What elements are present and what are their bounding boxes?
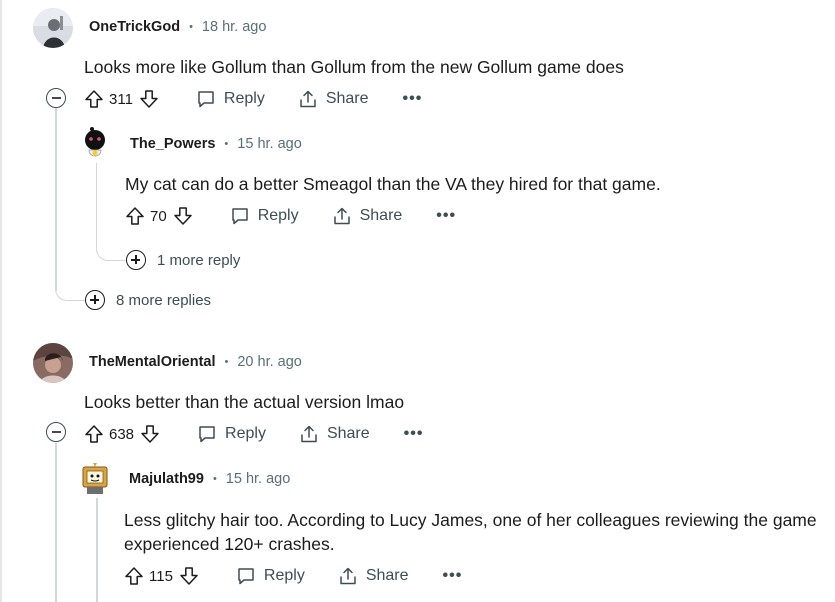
expand-icon[interactable] xyxy=(85,290,105,310)
thread-line[interactable] xyxy=(55,443,57,602)
reply-button[interactable]: Reply xyxy=(196,89,265,109)
comment-body: Looks better than the actual version lma… xyxy=(84,392,405,412)
separator-dot: • xyxy=(224,138,229,150)
comment-meta: Majulath99 • 15 hr. ago xyxy=(129,471,290,487)
avatar[interactable] xyxy=(33,343,73,383)
timestamp[interactable]: 15 hr. ago xyxy=(226,471,291,487)
more-options-icon[interactable]: ••• xyxy=(403,90,423,108)
upvote-icon xyxy=(125,567,143,585)
avatar[interactable] xyxy=(77,461,113,497)
page-left-border xyxy=(0,0,2,602)
reply-label: Reply xyxy=(257,207,299,224)
more-options-icon[interactable]: ••• xyxy=(443,567,463,585)
share-button[interactable]: Share xyxy=(299,424,370,444)
separator-dot: • xyxy=(212,473,217,485)
expand-icon[interactable] xyxy=(126,250,146,270)
share-button[interactable]: Share xyxy=(332,206,403,226)
more-replies-label: 8 more replies xyxy=(116,291,212,309)
more-replies-link[interactable]: 8 more replies xyxy=(85,290,211,310)
upvote-button[interactable] xyxy=(124,566,144,586)
reply-button[interactable]: Reply xyxy=(230,206,299,226)
reply-bubble-icon xyxy=(199,426,215,443)
reply-bubble-icon xyxy=(231,208,248,225)
share-button[interactable]: Share xyxy=(338,566,409,586)
vote-count: 115 xyxy=(149,567,173,585)
more-replies-label: 1 more reply xyxy=(157,251,241,269)
reply-label: Reply xyxy=(223,90,265,107)
thread-connector xyxy=(55,285,87,301)
comment-actions: 311 Reply Share ••• xyxy=(84,87,422,111)
downvote-button[interactable] xyxy=(179,566,199,586)
comment-meta: OneTrickGod • 18 hr. ago xyxy=(89,19,266,35)
comment-body-line-2: experienced 120+ crashes. xyxy=(124,534,335,554)
share-icon xyxy=(340,567,356,585)
vote-count: 70 xyxy=(150,207,167,225)
collapse-icon[interactable] xyxy=(46,422,66,442)
thread-line[interactable] xyxy=(55,108,57,291)
username[interactable]: Majulath99 xyxy=(129,471,204,487)
collapse-icon[interactable] xyxy=(46,88,66,108)
comment-actions: 70 Reply Share ••• xyxy=(125,204,456,228)
username[interactable]: OneTrickGod xyxy=(89,19,180,35)
more-replies-link[interactable]: 1 more reply xyxy=(126,250,240,270)
share-label: Share xyxy=(326,425,370,442)
share-label: Share xyxy=(325,90,369,107)
share-label: Share xyxy=(365,567,409,584)
share-icon xyxy=(301,425,317,443)
reply-label: Reply xyxy=(263,567,305,584)
reply-label: Reply xyxy=(225,425,266,442)
reply-bubble-icon xyxy=(238,568,254,585)
upvote-button[interactable] xyxy=(84,89,104,109)
downvote-button[interactable] xyxy=(173,206,193,226)
comment-actions: 638 Reply Share ••• xyxy=(84,422,423,446)
downvote-button[interactable] xyxy=(140,424,160,444)
comment-body: My cat can do a better Smeagol than the … xyxy=(125,174,661,194)
share-icon xyxy=(300,90,316,108)
downvote-icon xyxy=(141,425,159,443)
upvote-icon xyxy=(85,90,103,108)
comment-meta: The_Powers • 15 hr. ago xyxy=(130,136,302,152)
share-label: Share xyxy=(359,207,403,224)
timestamp[interactable]: 18 hr. ago xyxy=(202,19,267,35)
thread-connector xyxy=(96,163,128,261)
upvote-icon xyxy=(85,425,103,443)
more-options-icon[interactable]: ••• xyxy=(404,425,424,443)
downvote-icon xyxy=(140,90,158,108)
reply-bubble-icon xyxy=(198,91,214,108)
separator-dot: • xyxy=(189,21,193,33)
avatar[interactable] xyxy=(77,126,113,162)
reply-button[interactable]: Reply xyxy=(197,424,266,444)
downvote-icon xyxy=(180,567,198,585)
username[interactable]: TheMentalOriental xyxy=(89,354,216,370)
avatar[interactable] xyxy=(33,8,73,48)
upvote-button[interactable] xyxy=(125,206,145,226)
upvote-icon xyxy=(126,207,144,225)
reply-button[interactable]: Reply xyxy=(236,566,305,586)
share-icon xyxy=(333,207,350,225)
separator-dot: • xyxy=(224,356,229,368)
vote-count: 311 xyxy=(109,90,133,108)
more-options-icon[interactable]: ••• xyxy=(436,207,456,225)
comment-body: Looks more like Gollum than Gollum from … xyxy=(84,57,624,77)
comment-meta: TheMentalOriental • 20 hr. ago xyxy=(89,354,302,370)
thread-line[interactable] xyxy=(96,498,98,602)
comment-actions: 115 Reply Share ••• xyxy=(124,564,462,588)
vote-count: 638 xyxy=(109,425,135,443)
upvote-button[interactable] xyxy=(84,424,104,444)
downvote-button[interactable] xyxy=(139,89,159,109)
timestamp[interactable]: 20 hr. ago xyxy=(237,354,302,370)
downvote-icon xyxy=(173,207,192,225)
username[interactable]: The_Powers xyxy=(130,136,215,152)
comment-body-line-1: Less glitchy hair too. According to Lucy… xyxy=(124,510,817,530)
timestamp[interactable]: 15 hr. ago xyxy=(237,136,302,152)
share-button[interactable]: Share xyxy=(298,89,369,109)
